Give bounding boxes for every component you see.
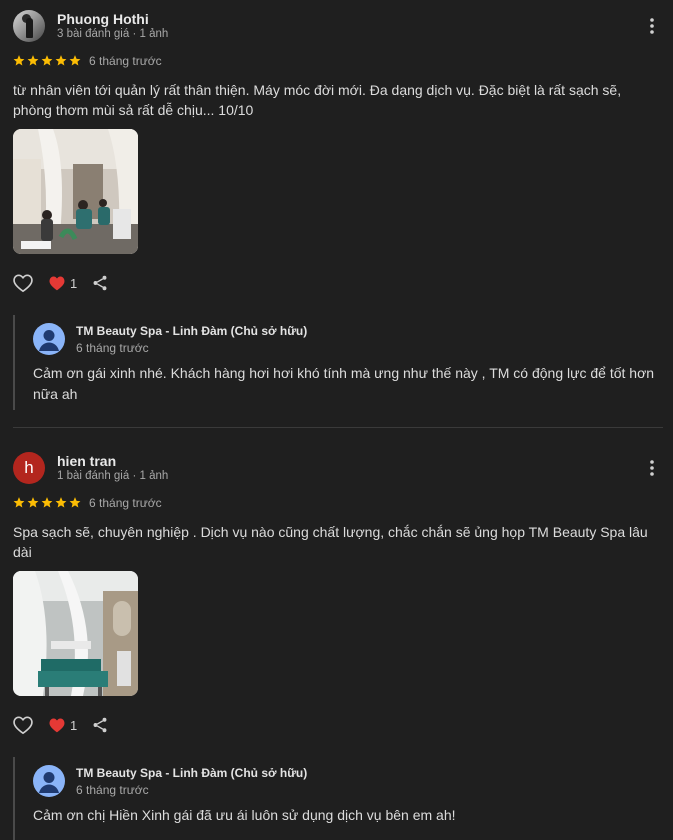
reviewer-avatar[interactable] [13,10,45,42]
star-icon [13,497,25,508]
owner-reply-text: Cảm ơn chị Hiền Xinh gái đã ưu ái luôn s… [33,807,456,823]
star-icon [13,55,25,66]
star-rating [12,496,82,509]
owner-reply: TM Beauty Spa - Linh Đàm (Chủ sở hữu) 6 … [13,315,663,410]
review-text: Spa sạch sẽ, chuyên nghiệp . Dịch vụ nào… [13,524,648,560]
star-icon [27,55,39,66]
heart-icon [49,718,65,733]
review-divider [13,427,663,428]
reviewer-meta: 3 bài đánh giá · 1 ảnh [57,28,169,40]
like-count: 1 [70,275,78,291]
review-time: 6 tháng trước [89,54,162,68]
spa-beds-photo[interactable] [13,571,138,696]
heart-reaction-button[interactable]: 1 [48,275,77,291]
reviewer-name[interactable]: Phuong Hothi [57,11,149,27]
reviewer-meta: 1 bài đánh giá · 1 ảnh [57,470,169,482]
owner-avatar [33,765,65,797]
like-outline-icon[interactable] [12,715,34,735]
owner-reply-time: 6 tháng trước [76,341,149,355]
star-icon [27,497,39,508]
spa-interior-photo[interactable] [13,129,138,254]
owner-name: TM Beauty Spa - Linh Đàm (Chủ sở hữu) [76,766,308,780]
star-icon [69,497,81,508]
owner-avatar [33,323,65,355]
share-icon[interactable] [91,274,109,292]
like-count: 1 [70,717,78,733]
star-icon [69,55,81,66]
review-actions: 1 [12,714,109,736]
star-icon [55,55,67,66]
owner-reply-time: 6 tháng trước [76,783,149,797]
heart-icon [49,276,65,291]
heart-reaction-button[interactable]: 1 [48,717,77,733]
star-icon [41,497,53,508]
reviewer-avatar[interactable]: h [13,452,45,484]
review-text: từ nhân viên tới quản lý rất thân thiện.… [13,82,622,118]
star-icon [55,497,67,508]
more-options-icon[interactable] [640,14,664,38]
star-rating [12,54,82,67]
reviewer-name[interactable]: hien tran [57,453,116,469]
share-icon[interactable] [91,716,109,734]
owner-name: TM Beauty Spa - Linh Đàm (Chủ sở hữu) [76,324,308,338]
more-options-icon[interactable] [640,456,664,480]
review-actions: 1 [12,272,109,294]
owner-reply: TM Beauty Spa - Linh Đàm (Chủ sở hữu) 6 … [13,757,663,840]
owner-reply-text: Cảm ơn gái xinh nhé. Khách hàng hơi hơi … [33,365,655,402]
review-time: 6 tháng trước [89,496,162,510]
star-icon [41,55,53,66]
like-outline-icon[interactable] [12,273,34,293]
